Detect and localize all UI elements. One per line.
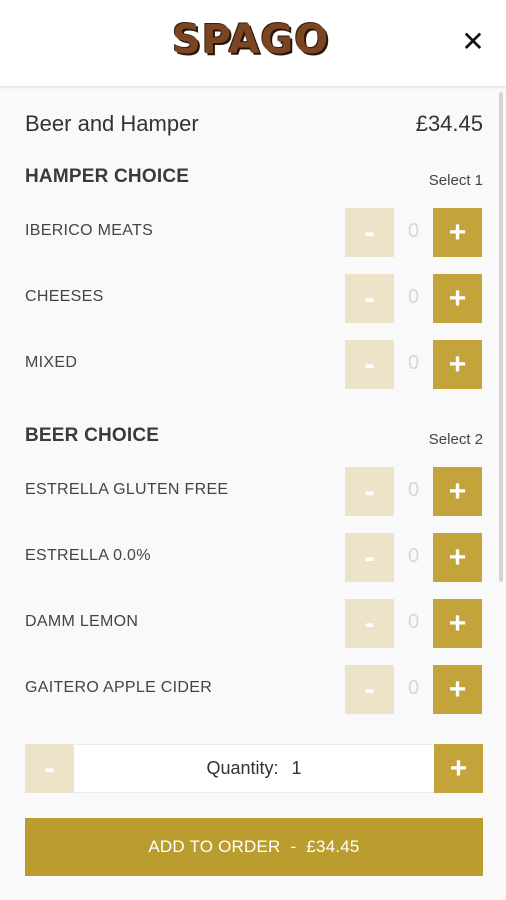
option-row-estrella-gluten-free: ESTRELLA GLUTEN FREE - 0 + bbox=[25, 467, 483, 517]
option-count: 0 bbox=[407, 352, 420, 374]
option-count: 0 bbox=[407, 545, 420, 567]
add-to-order-button[interactable]: ADD TO ORDER - £34.45 bbox=[25, 818, 483, 876]
section-title: HAMPER CHOICE bbox=[25, 166, 190, 187]
decrement-button[interactable]: - bbox=[345, 599, 394, 648]
increment-button[interactable]: + bbox=[433, 467, 482, 516]
option-label: IBERICO MEATS bbox=[25, 222, 154, 239]
section-title: BEER CHOICE bbox=[25, 425, 160, 446]
option-label: ESTRELLA GLUTEN FREE bbox=[25, 481, 229, 498]
increment-button[interactable]: + bbox=[433, 599, 482, 648]
quantity-label: Quantity: bbox=[206, 758, 279, 778]
option-label: CHEESES bbox=[25, 288, 104, 305]
option-row-estrella-0-0: ESTRELLA 0.0% - 0 + bbox=[25, 533, 483, 583]
section-hamper-choice: HAMPER CHOICE Select 1 bbox=[25, 166, 483, 194]
quantity-decrement-button[interactable]: - bbox=[25, 744, 74, 793]
option-label: MIXED bbox=[25, 354, 78, 371]
option-count: 0 bbox=[407, 479, 420, 501]
increment-button[interactable]: + bbox=[433, 274, 482, 323]
option-count: 0 bbox=[407, 677, 420, 699]
scrollbar[interactable] bbox=[499, 92, 503, 582]
quantity-stepper: - Quantity: 1 + bbox=[25, 744, 483, 793]
decrement-button[interactable]: - bbox=[345, 340, 394, 389]
option-label: GAITERO APPLE CIDER bbox=[25, 679, 213, 696]
section-select-hint: Select 2 bbox=[428, 431, 483, 448]
decrement-button[interactable]: - bbox=[345, 665, 394, 714]
section-beer-choice: BEER CHOICE Select 2 bbox=[25, 425, 483, 453]
option-row-mixed: MIXED - 0 + bbox=[25, 340, 483, 390]
option-row-damm-lemon: DAMM LEMON - 0 + bbox=[25, 599, 483, 649]
item-price: £34.45 bbox=[415, 111, 483, 136]
close-icon[interactable]: ✕ bbox=[460, 27, 486, 57]
section-select-hint: Select 1 bbox=[428, 172, 483, 189]
quantity-increment-button[interactable]: + bbox=[434, 744, 483, 793]
option-row-iberico-meats: IBERICO MEATS - 0 + bbox=[25, 208, 483, 258]
spago-logo: SPAGO bbox=[172, 17, 330, 63]
option-count: 0 bbox=[407, 220, 420, 242]
app-header: SPAGO ✕ bbox=[0, 0, 506, 86]
quantity-display: Quantity: 1 bbox=[74, 758, 434, 779]
option-label: DAMM LEMON bbox=[25, 613, 139, 630]
add-to-order-separator: - bbox=[290, 837, 297, 856]
add-to-order-price: £34.45 bbox=[306, 837, 360, 856]
option-label: ESTRELLA 0.0% bbox=[25, 547, 151, 564]
option-count: 0 bbox=[407, 286, 420, 308]
increment-button[interactable]: + bbox=[433, 208, 482, 257]
decrement-button[interactable]: - bbox=[345, 533, 394, 582]
increment-button[interactable]: + bbox=[433, 533, 482, 582]
quantity-value: 1 bbox=[291, 758, 302, 778]
decrement-button[interactable]: - bbox=[345, 208, 394, 257]
add-to-order-label: ADD TO ORDER bbox=[148, 837, 281, 856]
option-row-cheeses: CHEESES - 0 + bbox=[25, 274, 483, 324]
option-count: 0 bbox=[407, 611, 420, 633]
decrement-button[interactable]: - bbox=[345, 467, 394, 516]
decrement-button[interactable]: - bbox=[345, 274, 394, 323]
item-title: Beer and Hamper bbox=[25, 111, 199, 136]
item-header: Beer and Hamper £34.45 bbox=[25, 111, 483, 141]
increment-button[interactable]: + bbox=[433, 340, 482, 389]
option-row-gaitero-apple-cider: GAITERO APPLE CIDER - 0 + bbox=[25, 665, 483, 715]
increment-button[interactable]: + bbox=[433, 665, 482, 714]
